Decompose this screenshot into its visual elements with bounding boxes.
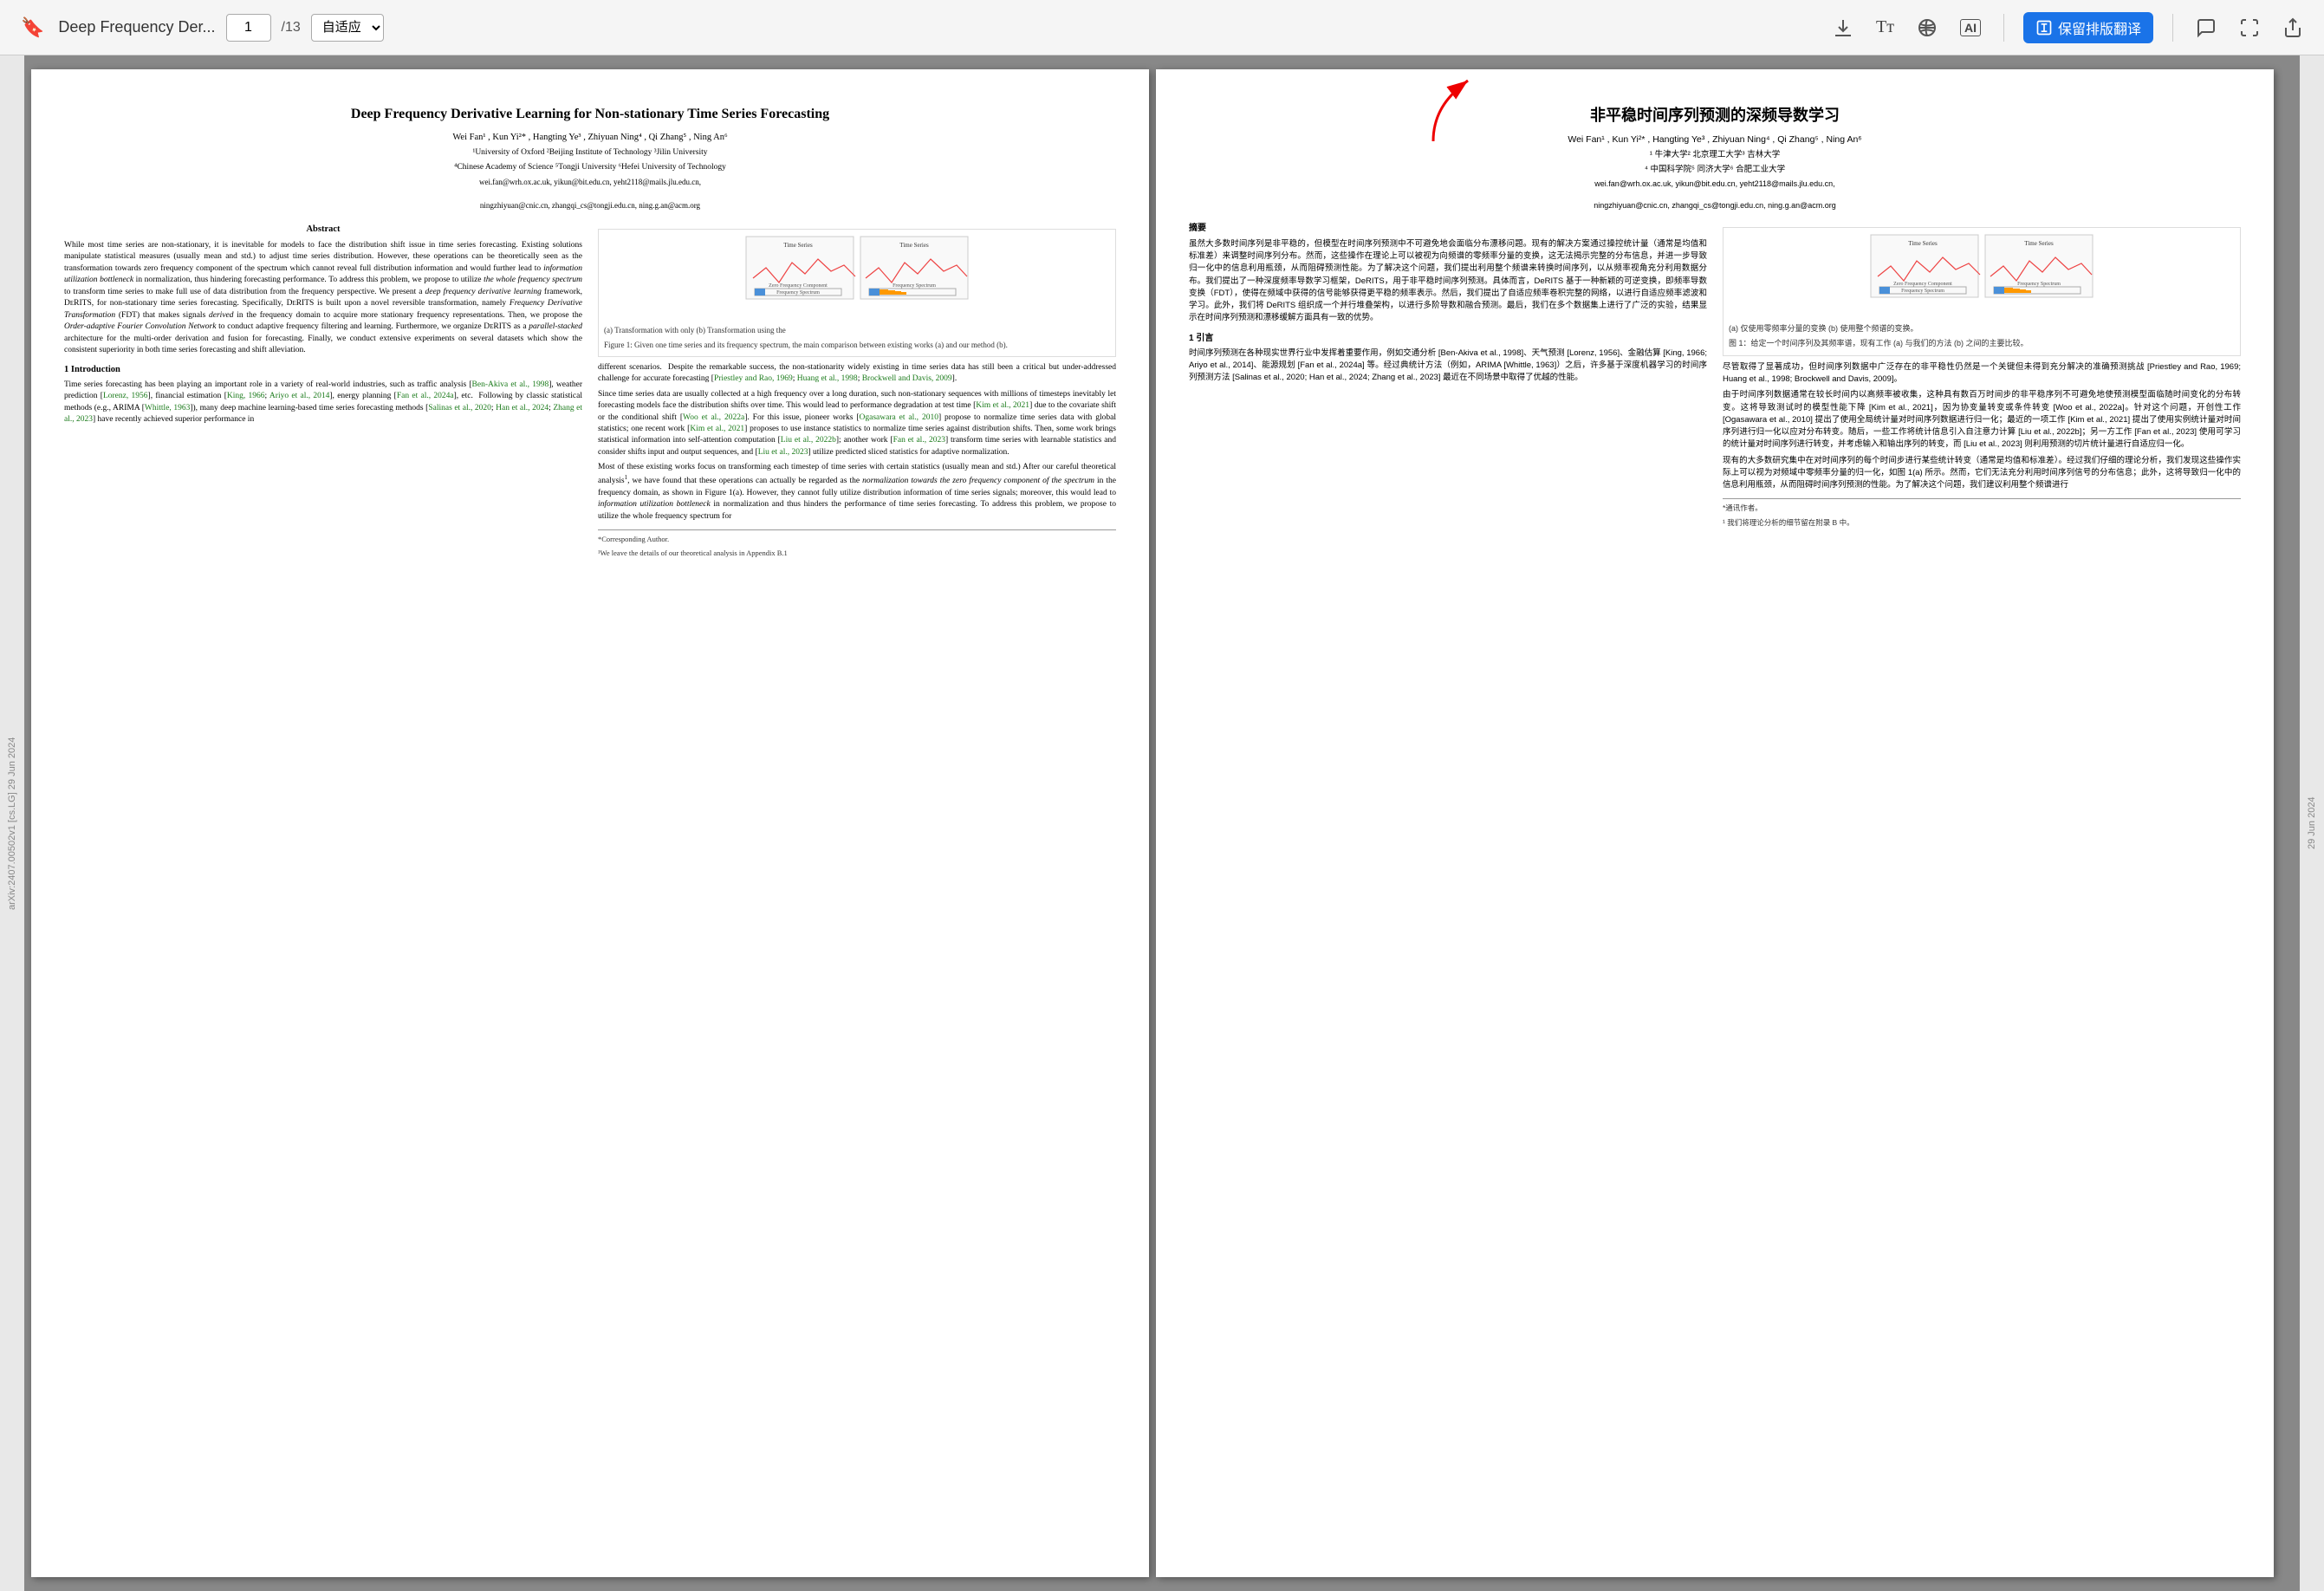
svg-text:Time Series: Time Series (899, 242, 929, 249)
svg-text:Time Series: Time Series (783, 242, 813, 249)
paper-affiliations2: ⁴Chinese Academy of Science ⁵Tongji Univ… (64, 162, 1116, 174)
cn-right-col: Time Series Zero Frequency Component Fre… (1723, 222, 2241, 532)
paper-email: wei.fan@wrh.ox.ac.uk, yikun@bit.edu.cn, … (64, 177, 1116, 188)
cn-col2-text1: 尽管取得了显著成功，但时间序列数据中广泛存在的非平稳性仍然是一个关键但未得到充分… (1723, 361, 2241, 386)
svg-text:Frequency Spectrum: Frequency Spectrum (2017, 282, 2061, 287)
cn-left-col: 摘要 虽然大多数时间序列是非平稳的，但模型在时间序列预测中不可避免地会面临分布漂… (1189, 222, 1707, 532)
comment-button[interactable] (2192, 14, 2220, 42)
left-page: Deep Frequency Derivative Learning for N… (31, 69, 1149, 1577)
bookmark-icon: 🔖 (21, 16, 44, 39)
right-page: 非平稳时间序列预测的深频导数学习 Wei Fan¹ , Kun Yi²* , H… (1156, 69, 2274, 1577)
language-button[interactable] (1913, 14, 1941, 42)
pages-container: Deep Frequency Derivative Learning for N… (24, 55, 2300, 1591)
cn-affiliations: ¹ 牛津大学² 北京理工大学³ 吉林大学 (1189, 149, 2241, 161)
fig-caption-a: (a) Transformation with only (b) Transfo… (604, 325, 1110, 336)
paper-authors: Wei Fan¹ , Kun Yi²* , Hangting Ye³ , Zhi… (64, 131, 1116, 144)
cn-figure-1-svg: Time Series Zero Frequency Component Fre… (1869, 233, 2094, 320)
page-total: /13 (282, 20, 301, 36)
footnote-area: *Corresponding Author. ¹We leave the det… (598, 529, 1116, 558)
svg-text:Time Series: Time Series (2024, 240, 2054, 247)
two-col-body: Abstract While most time series are non-… (64, 224, 1116, 562)
intro-heading: 1 Introduction (64, 364, 582, 377)
footnote2: ¹We leave the details of our theoretical… (598, 548, 1116, 558)
share-button[interactable] (2279, 14, 2307, 42)
cn-fig-caption: (a) 仅使用零频率分量的变换 (b) 使用整个频谱的变换。 (1729, 323, 2235, 335)
main-content: arXiv:2407.00502v1 [cs.LG] 29 Jun 2024 D… (0, 55, 2324, 1591)
fullscreen-button[interactable] (2236, 14, 2263, 42)
translate-button[interactable]: 保留排版翻译 (2023, 12, 2153, 43)
cn-two-col-body: 摘要 虽然大多数时间序列是非平稳的，但模型在时间序列预测中不可避免地会面临分布漂… (1189, 222, 2241, 532)
cn-footnote1: *通讯作者。 (1723, 503, 2241, 514)
cn-title: 非平稳时间序列预测的深频导数学习 (1189, 104, 2241, 127)
right-date-label: 29 Jun 2024 (2300, 55, 2324, 1591)
intro-text: Time series forecasting has been playing… (64, 380, 582, 426)
toolbar-right: Tт AI 保留排版翻译 (1829, 12, 2307, 43)
paper-title: Deep Frequency Derivative Learning for N… (64, 104, 1116, 124)
toolbar: 🔖 Deep Frequency Der... /13 自适应 50% 75% … (0, 0, 2324, 55)
fig-caption-main: Figure 1: Given one time series and its … (604, 340, 1110, 351)
abstract-heading: Abstract (64, 224, 582, 237)
cn-intro-text: 时间序列预测在各种现实世界行业中发挥着重要作用，例如交通分析 [Ben-Akiv… (1189, 347, 1707, 385)
cn-abstract-heading: 摘要 (1189, 222, 1707, 235)
paper-affiliations: ¹University of Oxford ²Beijing Institute… (64, 147, 1116, 159)
cn-authors: Wei Fan¹ , Kun Yi²* , Hangting Ye³ , Zhi… (1189, 133, 2241, 146)
svg-text:Zero Frequency Component: Zero Frequency Component (1893, 282, 1952, 287)
ai-icon: AI (1960, 19, 1981, 36)
svg-text:Frequency Spectrum: Frequency Spectrum (893, 283, 936, 289)
cn-email2: ningzhiyuan@cnic.cn, zhangqi_cs@tongji.e… (1189, 200, 2241, 211)
footnote1: *Corresponding Author. (598, 534, 1116, 544)
svg-text:Frequency Spectrum: Frequency Spectrum (1901, 289, 1944, 294)
figure-1-svg: Time Series Zero Frequency Component Fre… (744, 235, 970, 321)
ai-button[interactable]: AI (1957, 16, 1984, 40)
cn-col2-text3: 现有的大多数研究集中在对时间序列的每个时间步进行某些统计转变（通常是均值和标准差… (1723, 455, 2241, 492)
translate-label: 保留排版翻译 (2058, 17, 2141, 38)
col2-text3: Most of these existing works focus on tr… (598, 462, 1116, 523)
abstract-text: While most time series are non-stationar… (64, 240, 582, 357)
page-number-input[interactable] (226, 14, 271, 42)
right-col: Time Series Zero Frequency Component Fre… (598, 224, 1116, 562)
svg-text:Time Series: Time Series (1908, 240, 1938, 247)
font-button[interactable]: Tт (1873, 14, 1898, 41)
svg-text:Zero Frequency Component: Zero Frequency Component (769, 283, 828, 289)
cn-col2-text2: 由于时间序列数据通常在较长时间内以高频率被收集，这种具有数百万时间步的非平稳序列… (1723, 389, 2241, 451)
document-title: Deep Frequency Der... (58, 18, 215, 36)
cn-abstract-text: 虽然大多数时间序列是非平稳的，但模型在时间序列预测中不可避免地会面临分布漂移问题… (1189, 238, 1707, 325)
figure-1: Time Series Zero Frequency Component Fre… (598, 229, 1116, 357)
toolbar-left: 🔖 Deep Frequency Der... /13 自适应 50% 75% … (17, 13, 1815, 42)
cn-email: wei.fan@wrh.ox.ac.uk, yikun@bit.edu.cn, … (1189, 179, 2241, 190)
cn-intro-heading: 1 引言 (1189, 332, 1707, 345)
toolbar-separator (2003, 14, 2004, 42)
zoom-select[interactable]: 自适应 50% 75% 100% 125% 150% (311, 14, 384, 42)
cn-affiliations2: ⁴ 中国科学院⁵ 同济大学⁶ 合肥工业大学 (1189, 164, 2241, 176)
cn-figure-1: Time Series Zero Frequency Component Fre… (1723, 227, 2241, 356)
cn-fig-main: 图 1：给定一个时间序列及其频率谱，现有工作 (a) 与我们的方法 (b) 之间… (1729, 338, 2235, 350)
left-arxiv-label: arXiv:2407.00502v1 [cs.LG] 29 Jun 2024 (0, 55, 24, 1591)
paper-email2: ningzhiyuan@cnic.cn, zhangqi_cs@tongji.e… (64, 200, 1116, 211)
cn-footnote-area: *通讯作者。 ¹ 我们将理论分析的细节留在附录 B 中。 (1723, 498, 2241, 529)
col2-text1: different scenarios. Despite the remarka… (598, 362, 1116, 386)
bookmark-button[interactable]: 🔖 (17, 13, 48, 42)
download-button[interactable] (1829, 14, 1857, 42)
font-icon: Tт (1876, 17, 1894, 37)
toolbar-separator2 (2172, 14, 2173, 42)
col2-text2: Since time series data are usually colle… (598, 389, 1116, 459)
cn-footnote2: ¹ 我们将理论分析的细节留在附录 B 中。 (1723, 517, 2241, 529)
svg-text:Frequency Spectrum: Frequency Spectrum (776, 290, 820, 295)
left-col: Abstract While most time series are non-… (64, 224, 582, 562)
